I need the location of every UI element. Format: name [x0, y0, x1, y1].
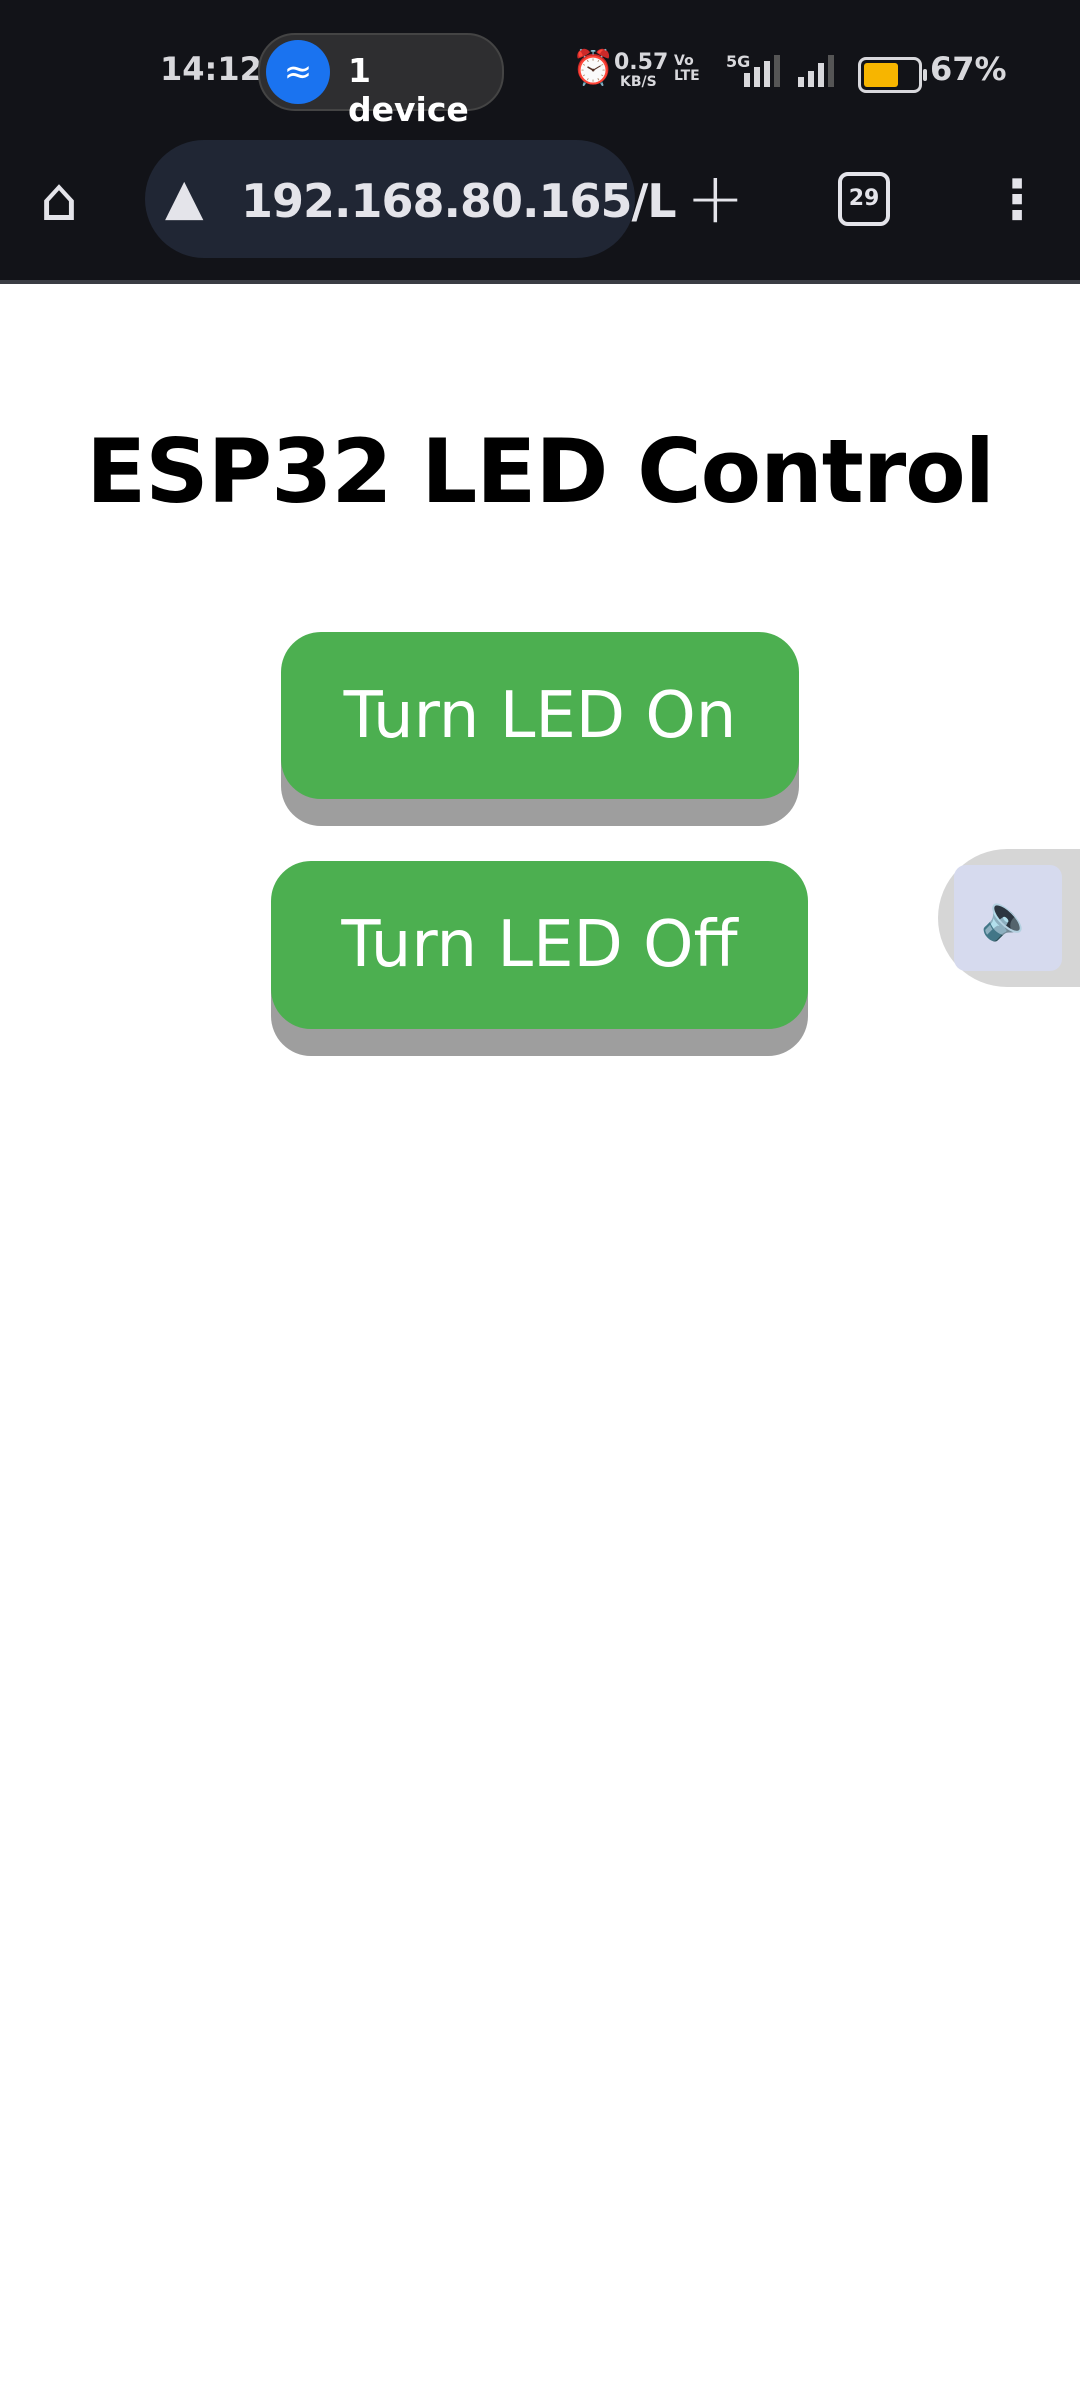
alarm-icon: ⏰ [572, 48, 615, 88]
menu-icon[interactable]: ⋮ [990, 160, 1044, 240]
status-time: 14:12 [160, 50, 262, 88]
signal-2-icon [798, 55, 834, 87]
signal-1-icon [744, 55, 780, 87]
hotspot-label: 1 device [348, 51, 469, 129]
volte-indicator: Vo LTE [674, 53, 700, 84]
new-tab-icon[interactable]: + [686, 158, 745, 238]
net-speed-unit: KB/S [620, 74, 657, 90]
turn-led-off-button[interactable]: Turn LED Off [271, 861, 808, 1029]
speaker-icon[interactable]: 🔈 [954, 865, 1062, 971]
floating-audio-widget[interactable]: 🔈 [938, 849, 1080, 987]
turn-led-on-button[interactable]: Turn LED On [281, 632, 799, 799]
hotspot-pill[interactable]: ≈ 1 device [258, 33, 504, 129]
battery-percent: 67% [930, 50, 1007, 88]
not-secure-warning-icon[interactable]: ▲ [165, 168, 203, 226]
tab-switcher-button[interactable]: 29 [838, 172, 890, 226]
toolbar-divider [0, 280, 1080, 284]
system-and-browser-bar: 14:12 ≈ 1 device ⏰ 0.57 KB/S Vo LTE 5G 6… [0, 0, 1080, 284]
home-icon[interactable]: ⌂ [40, 165, 78, 235]
hotspot-icon: ≈ [266, 40, 330, 104]
net-speed-value: 0.57 [614, 50, 669, 75]
address-bar[interactable]: ▲ 192.168.80.165/L [145, 140, 677, 258]
url-text: 192.168.80.165/L [241, 174, 677, 228]
page-title: ESP32 LED Control [86, 420, 995, 523]
battery-icon [858, 57, 927, 93]
